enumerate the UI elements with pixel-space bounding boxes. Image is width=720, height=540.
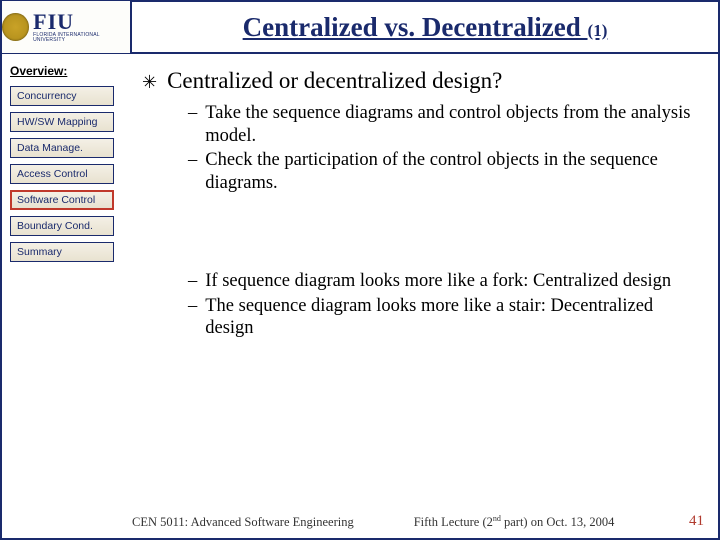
sub-item-text: Take the sequence diagrams and control o… xyxy=(205,102,694,147)
slide-title: Centralized vs. Decentralized (1) xyxy=(132,12,718,43)
headline-text: Centralized or decentralized design? xyxy=(167,68,502,94)
sidebar: Overview: Concurrency HW/SW Mapping Data… xyxy=(2,54,132,538)
logo-seal-icon xyxy=(2,13,29,41)
sub-list-1: – Take the sequence diagrams and control… xyxy=(188,102,694,194)
sidebar-item-concurrency[interactable]: Concurrency xyxy=(10,86,114,106)
sub-item-text: If sequence diagram looks more like a fo… xyxy=(205,270,671,293)
title-main: Centralized vs. Decentralized xyxy=(243,12,588,42)
footer-lecture-pre: Fifth Lecture (2 xyxy=(414,515,493,529)
footer-lecture-post: part) on Oct. 13, 2004 xyxy=(501,515,615,529)
sidebar-item-software-control[interactable]: Software Control xyxy=(10,190,114,210)
dash-icon: – xyxy=(188,102,197,147)
title-suffix: (1) xyxy=(588,21,608,40)
logo-box: FIU FLORIDA INTERNATIONAL UNIVERSITY xyxy=(2,1,132,53)
sub-item: – Take the sequence diagrams and control… xyxy=(188,102,694,147)
sidebar-item-hwsw-mapping[interactable]: HW/SW Mapping xyxy=(10,112,114,132)
footer: CEN 5011: Advanced Software Engineering … xyxy=(2,514,718,530)
sub-item: – If sequence diagram looks more like a … xyxy=(188,270,694,293)
sidebar-heading: Overview: xyxy=(10,64,124,78)
dash-icon: – xyxy=(188,295,197,340)
sub-item: – Check the participation of the control… xyxy=(188,149,694,194)
title-bar: FIU FLORIDA INTERNATIONAL UNIVERSITY Cen… xyxy=(2,2,718,54)
logo-text: FIU FLORIDA INTERNATIONAL UNIVERSITY xyxy=(33,11,130,43)
sidebar-item-boundary-cond[interactable]: Boundary Cond. xyxy=(10,216,114,236)
footer-lecture: Fifth Lecture (2nd part) on Oct. 13, 200… xyxy=(414,514,615,530)
sub-list-2: – If sequence diagram looks more like a … xyxy=(188,270,694,340)
page-number: 41 xyxy=(689,513,704,530)
logo-subtitle: FLORIDA INTERNATIONAL UNIVERSITY xyxy=(33,33,130,43)
slide: FIU FLORIDA INTERNATIONAL UNIVERSITY Cen… xyxy=(0,0,720,540)
sub-item-text: Check the participation of the control o… xyxy=(205,149,694,194)
dash-icon: – xyxy=(188,270,197,293)
footer-lecture-sup: nd xyxy=(493,514,501,523)
dash-icon: – xyxy=(188,149,197,194)
sidebar-item-data-manage[interactable]: Data Manage. xyxy=(10,138,114,158)
main-bullet: ✳ Centralized or decentralized design? xyxy=(142,68,694,96)
sidebar-item-summary[interactable]: Summary xyxy=(10,242,114,262)
slide-body: Overview: Concurrency HW/SW Mapping Data… xyxy=(2,54,718,538)
sub-item: – The sequence diagram looks more like a… xyxy=(188,295,694,340)
snowflake-icon: ✳ xyxy=(142,68,157,96)
content-area: ✳ Centralized or decentralized design? –… xyxy=(132,54,718,538)
spacer xyxy=(142,196,694,266)
sub-item-text: The sequence diagram looks more like a s… xyxy=(205,295,694,340)
logo: FIU FLORIDA INTERNATIONAL UNIVERSITY xyxy=(2,11,130,43)
footer-course: CEN 5011: Advanced Software Engineering xyxy=(132,515,354,530)
logo-acronym: FIU xyxy=(33,11,130,33)
sidebar-item-access-control[interactable]: Access Control xyxy=(10,164,114,184)
